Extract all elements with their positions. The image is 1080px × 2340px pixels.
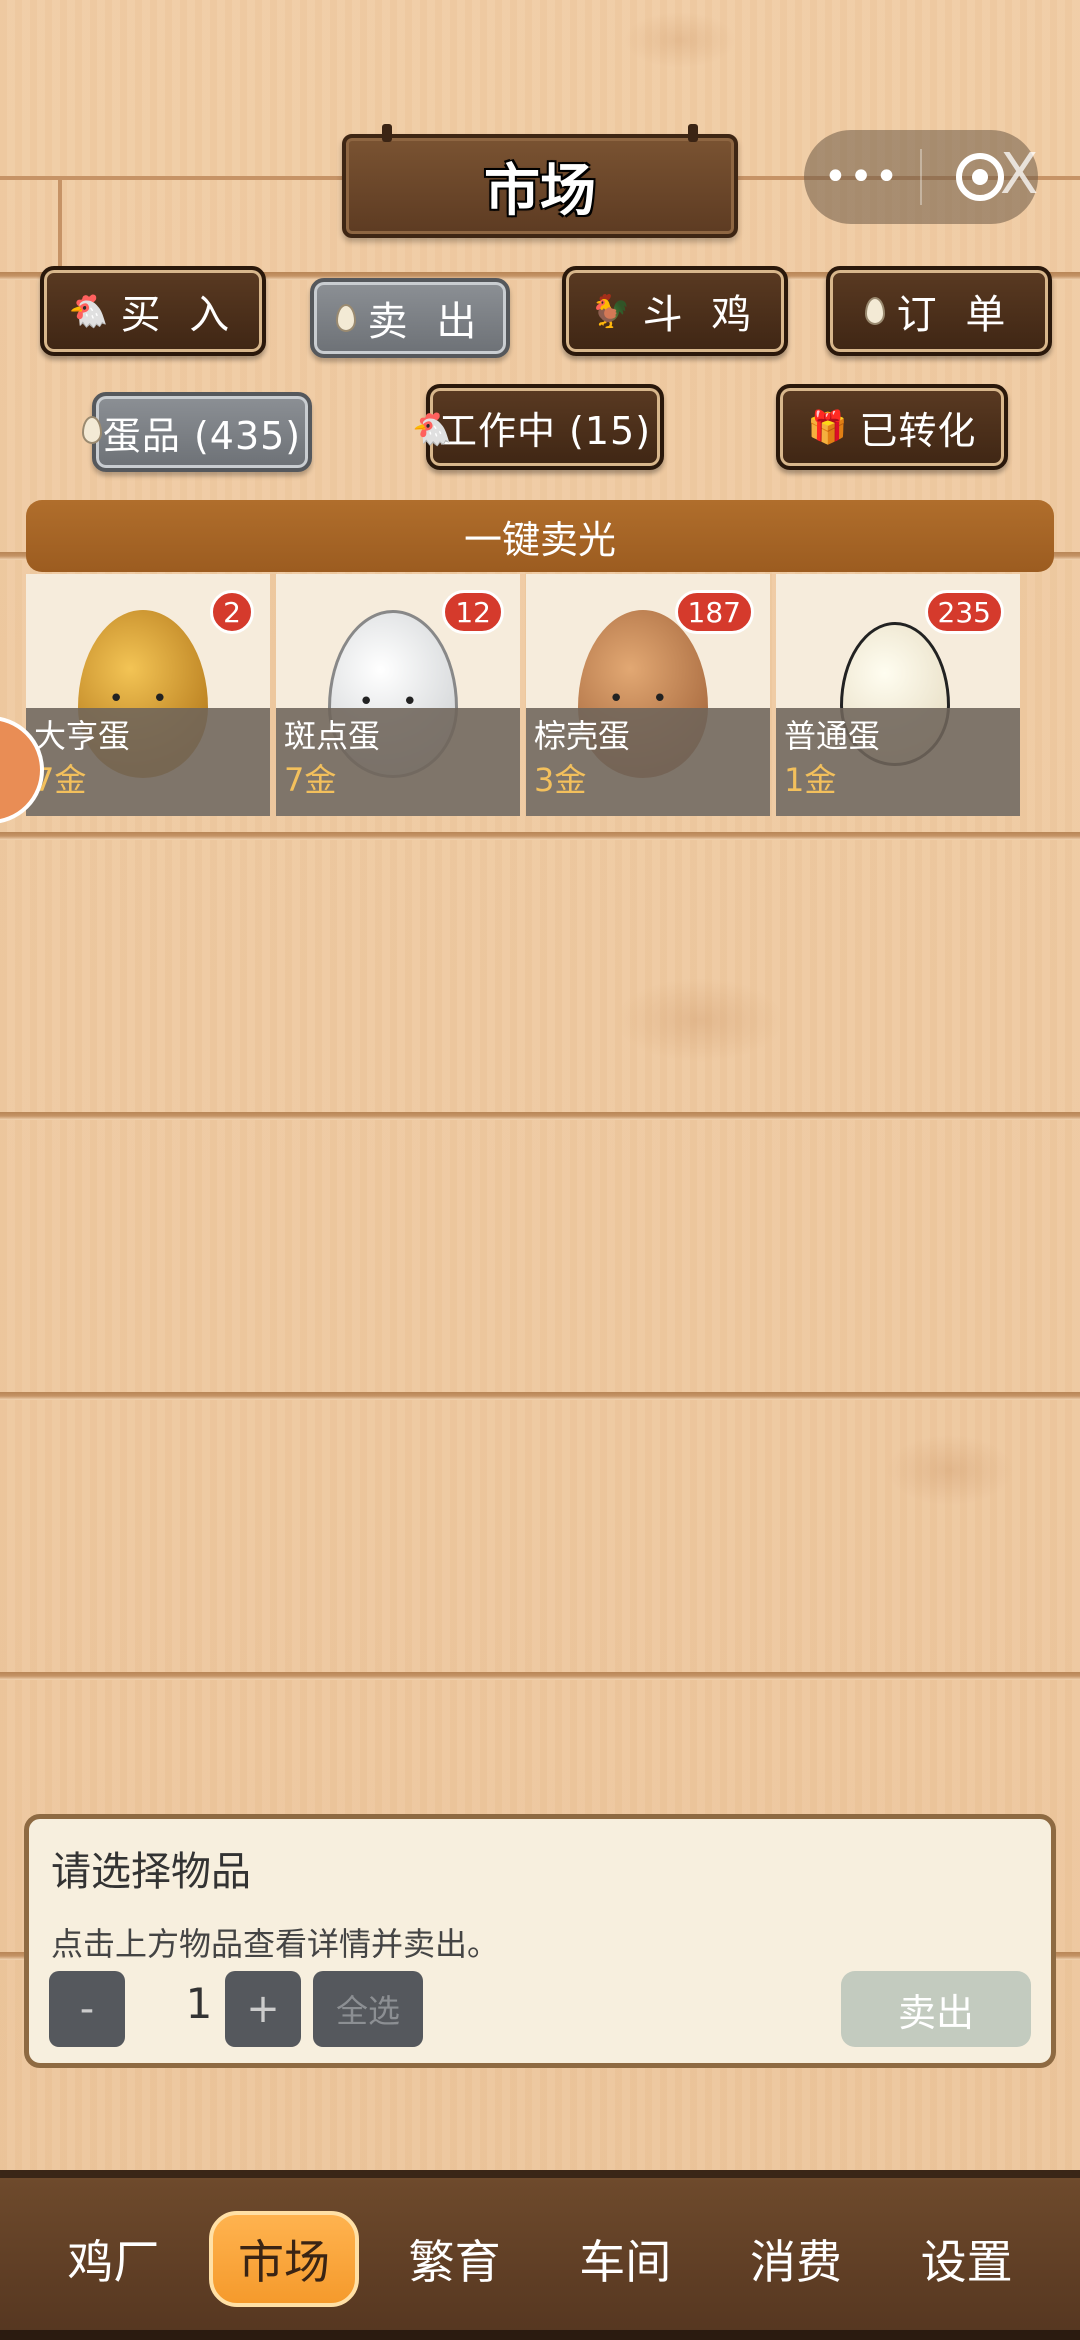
page-title-sign: 市场 xyxy=(342,124,738,238)
nav-item-consume[interactable]: 消费 xyxy=(721,2211,871,2307)
subtab-working-label: 工作中 (15) xyxy=(438,408,652,453)
sell-button[interactable]: 卖出 xyxy=(841,1971,1031,2047)
item-card[interactable]: • • 12 斑点蛋 7金 xyxy=(276,574,520,816)
item-name: 斑点蛋 xyxy=(284,717,381,755)
panel-title: 请选择物品 xyxy=(51,1849,251,1895)
tab-sell-label: 卖 出 xyxy=(367,299,485,345)
item-price: 3金 xyxy=(534,761,587,799)
tab-buy-label: 买 入 xyxy=(120,292,238,338)
subtab-eggs[interactable]: 蛋品 (435) xyxy=(92,392,312,472)
close-icon[interactable]: X xyxy=(1000,142,1038,207)
tab-orders[interactable]: 订 单 xyxy=(826,266,1052,356)
egg-icon xyxy=(335,304,356,332)
item-card[interactable]: • • 187 棕壳蛋 3金 xyxy=(526,574,770,816)
gift-icon: 🎁 xyxy=(807,408,848,446)
count-badge: 235 xyxy=(924,590,1004,634)
sign-rope xyxy=(688,124,698,142)
nav-item-factory[interactable]: 鸡厂 xyxy=(38,2211,188,2307)
item-name: 普通蛋 xyxy=(784,717,881,755)
item-name: 棕壳蛋 xyxy=(534,717,631,755)
decrease-button[interactable]: - xyxy=(49,1971,125,2047)
target-icon xyxy=(956,153,1004,201)
subtab-working[interactable]: 工作中 (15) xyxy=(426,384,664,470)
nav-bottom-edge xyxy=(0,2330,1080,2340)
item-name: 大亨蛋 xyxy=(34,717,131,755)
item-detail-panel: 请选择物品 点击上方物品查看详情并卖出。 - 1 + 全选 卖出 xyxy=(24,1814,1056,2068)
egg-icon xyxy=(864,297,885,325)
black-chicken-icon: 🐓 xyxy=(590,292,631,330)
nav-item-breeding[interactable]: 繁育 xyxy=(380,2211,530,2307)
count-badge: 12 xyxy=(442,590,504,634)
sell-all-button[interactable]: 一键卖光 xyxy=(26,500,1054,572)
nav-item-settings[interactable]: 设置 xyxy=(892,2211,1042,2307)
panel-description: 点击上方物品查看详情并卖出。 xyxy=(51,1925,500,1963)
subtab-converted-label: 已转化 xyxy=(859,408,977,453)
plank-seam xyxy=(58,176,62,276)
egg-icon xyxy=(82,416,102,444)
chicken-icon: 🐔 xyxy=(68,292,109,330)
tab-orders-label: 订 单 xyxy=(896,292,1014,338)
nav-item-workshop[interactable]: 车间 xyxy=(550,2211,700,2307)
item-card[interactable]: • • 2 大亨蛋 7金 xyxy=(26,574,270,816)
item-info: 斑点蛋 7金 xyxy=(276,708,520,816)
chicken-icon: 🐔 xyxy=(412,410,452,448)
page-title: 市场 xyxy=(484,158,596,224)
item-price: 1金 xyxy=(784,761,837,799)
sign-rope xyxy=(382,124,392,142)
select-all-button[interactable]: 全选 xyxy=(313,1971,423,2047)
item-price: 7金 xyxy=(34,761,87,799)
item-price: 7金 xyxy=(284,761,337,799)
subtab-eggs-label: 蛋品 (435) xyxy=(102,413,302,458)
item-card[interactable]: 235 普通蛋 1金 xyxy=(776,574,1020,816)
increase-button[interactable]: + xyxy=(225,1971,301,2047)
bottom-nav: 鸡厂 市场 繁育 车间 消费 设置 xyxy=(0,2178,1080,2340)
item-info: 棕壳蛋 3金 xyxy=(526,708,770,816)
nav-border xyxy=(0,2170,1080,2178)
item-info: 大亨蛋 7金 xyxy=(26,708,270,816)
tab-buy[interactable]: 🐔 买 入 xyxy=(40,266,266,356)
nav-item-market[interactable]: 市场 xyxy=(208,2211,359,2307)
count-badge: 2 xyxy=(210,590,254,634)
tab-cockfight-label: 斗 鸡 xyxy=(642,292,760,338)
tab-cockfight[interactable]: 🐓 斗 鸡 xyxy=(562,266,788,356)
subtab-converted[interactable]: 🎁 已转化 xyxy=(776,384,1008,470)
item-info: 普通蛋 1金 xyxy=(776,708,1020,816)
more-menu-button[interactable]: ••• xyxy=(804,157,920,197)
count-badge: 187 xyxy=(674,590,754,634)
tab-sell[interactable]: 卖 出 xyxy=(310,278,510,358)
